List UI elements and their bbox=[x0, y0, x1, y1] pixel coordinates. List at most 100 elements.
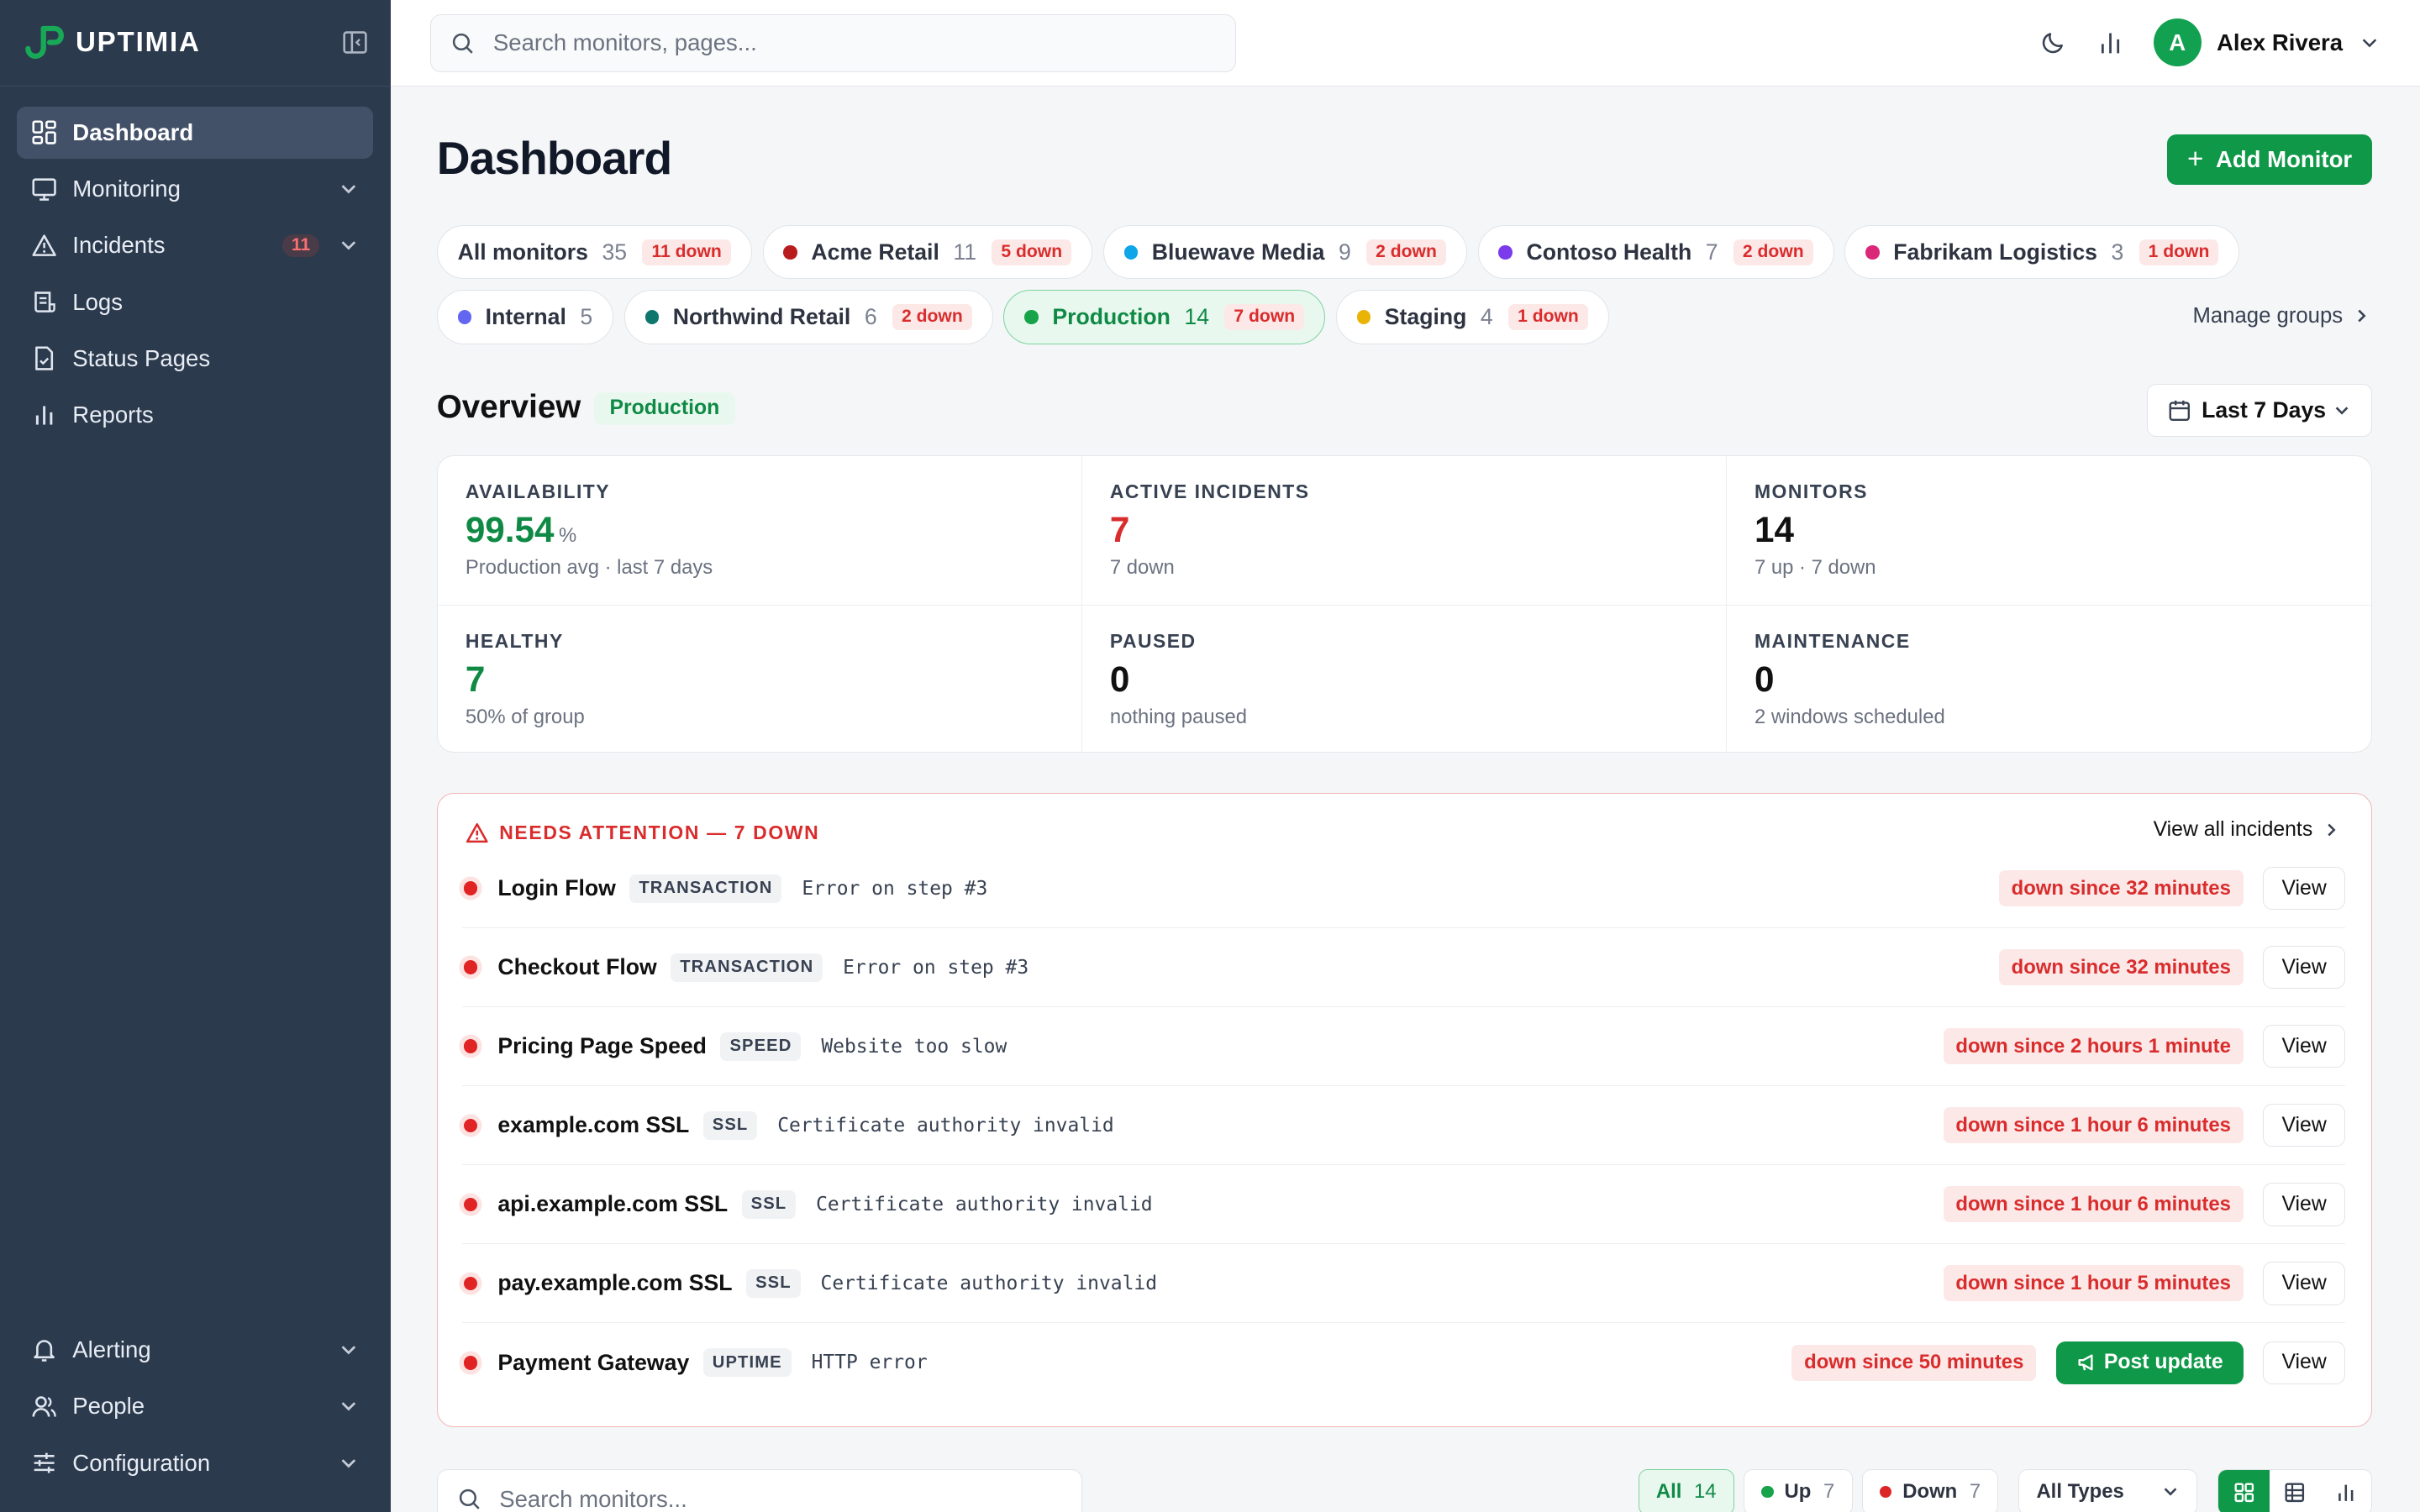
analytics-bar-chart-icon[interactable] bbox=[2096, 29, 2124, 56]
chevron-down-icon[interactable] bbox=[2360, 33, 2380, 53]
incident-error: Certificate authority invalid bbox=[820, 1272, 1158, 1294]
stat-paused: PAUSED 0 nothing paused bbox=[1082, 605, 1727, 753]
chevron-down-icon[interactable] bbox=[338, 234, 360, 256]
monitor-search[interactable] bbox=[436, 1468, 1082, 1512]
incident-name[interactable]: Checkout Flow bbox=[497, 954, 656, 980]
chevron-down-icon[interactable] bbox=[338, 178, 360, 200]
group-chip-staging[interactable]: Staging 4 1 down bbox=[1335, 290, 1609, 344]
post-update-button[interactable]: Post update bbox=[2055, 1341, 2244, 1385]
group-chip-acme-retail[interactable]: Acme Retail 11 5 down bbox=[762, 225, 1092, 280]
user-name[interactable]: Alex Rivera bbox=[2217, 29, 2343, 56]
incident-row[interactable]: example.com SSL SSL Certificate authorit… bbox=[462, 1086, 2345, 1166]
group-chip-fabrikam-logistics[interactable]: Fabrikam Logistics 3 1 down bbox=[1844, 225, 2240, 280]
filter-count: 14 bbox=[1694, 1480, 1717, 1504]
monitor-type-select[interactable]: All Types bbox=[2018, 1468, 2198, 1512]
incident-name[interactable]: example.com SSL bbox=[497, 1112, 689, 1138]
add-monitor-button[interactable]: + Add Monitor bbox=[2167, 134, 2372, 186]
topbar-actions: A Alex Rivera bbox=[2039, 18, 2380, 66]
monitor-search-input[interactable] bbox=[499, 1486, 1055, 1512]
view-button[interactable]: View bbox=[2263, 1025, 2345, 1068]
sidebar-item-incidents[interactable]: Incidents 11 bbox=[17, 219, 373, 271]
stat-sub: 2 windows scheduled bbox=[1754, 705, 1945, 728]
sidebar-item-alerting[interactable]: Alerting bbox=[17, 1324, 373, 1376]
search-icon bbox=[453, 33, 473, 54]
sidebar-item-people[interactable]: People bbox=[17, 1380, 373, 1432]
group-name: Fabrikam Logistics bbox=[1893, 239, 2097, 265]
group-chip-bluewave-media[interactable]: Bluewave Media 9 2 down bbox=[1102, 225, 1467, 280]
sidebar-item-monitoring[interactable]: Monitoring bbox=[17, 163, 373, 215]
view-button[interactable]: View bbox=[2263, 945, 2345, 990]
view-button[interactable]: View bbox=[2263, 1341, 2345, 1385]
chevron-down-icon[interactable] bbox=[338, 1339, 360, 1361]
filter-count: 7 bbox=[1823, 1480, 1835, 1504]
filter-up[interactable]: Up 7 bbox=[1743, 1468, 1853, 1512]
filter-label: Down bbox=[1902, 1480, 1958, 1504]
stat-sub: 50% of group bbox=[465, 705, 585, 728]
chevron-down-icon bbox=[2164, 1488, 2177, 1496]
view-button[interactable]: View bbox=[2263, 1104, 2345, 1147]
group-count: 11 bbox=[953, 239, 976, 265]
incident-name[interactable]: Login Flow bbox=[497, 875, 615, 901]
incident-row[interactable]: Login Flow TRANSACTION Error on step #3 … bbox=[462, 849, 2345, 929]
group-down-badge: 1 down bbox=[1508, 303, 1588, 331]
incident-row[interactable]: Payment Gateway UPTIME HTTP error down s… bbox=[462, 1323, 2345, 1402]
grid-view-button[interactable] bbox=[2218, 1469, 2270, 1512]
stat-value: 7 bbox=[465, 659, 486, 700]
group-chip-internal[interactable]: Internal 5 bbox=[436, 290, 614, 344]
sidebar-item-status-pages[interactable]: Status Pages bbox=[17, 333, 373, 385]
view-button[interactable]: View bbox=[2263, 866, 2345, 911]
status-page-icon bbox=[34, 346, 53, 370]
incident-error: Website too slow bbox=[821, 1035, 1007, 1058]
group-count: 5 bbox=[580, 303, 593, 329]
bell-icon bbox=[34, 1340, 55, 1362]
view-all-incidents-link[interactable]: View all incidents bbox=[2154, 818, 2341, 842]
incident-row[interactable]: pay.example.com SSL SSL Certificate auth… bbox=[462, 1244, 2345, 1324]
incident-name[interactable]: pay.example.com SSL bbox=[497, 1270, 732, 1296]
group-name: Bluewave Media bbox=[1151, 239, 1325, 265]
plus-icon: + bbox=[2186, 144, 2204, 176]
sidebar-item-reports[interactable]: Reports bbox=[17, 389, 373, 441]
manage-groups-link[interactable]: Manage groups bbox=[2193, 304, 2371, 328]
group-color-dot bbox=[1865, 245, 1880, 260]
incident-name[interactable]: api.example.com SSL bbox=[497, 1191, 728, 1217]
incident-name[interactable]: Pricing Page Speed bbox=[497, 1033, 707, 1059]
sidebar-item-dashboard[interactable]: Dashboard bbox=[17, 106, 374, 160]
group-chip-contoso-health[interactable]: Contoso Health 7 2 down bbox=[1477, 225, 1834, 280]
group-chip-all-monitors[interactable]: All monitors 35 11 down bbox=[436, 225, 752, 280]
global-search[interactable] bbox=[430, 13, 1237, 73]
group-count: 14 bbox=[1184, 303, 1210, 329]
chevron-down-icon[interactable] bbox=[338, 1452, 360, 1474]
logs-icon bbox=[34, 291, 55, 312]
group-chip-production[interactable]: Production 14 7 down bbox=[1003, 290, 1326, 344]
avatar[interactable]: A bbox=[2153, 18, 2202, 66]
table-view-button[interactable] bbox=[2269, 1469, 2321, 1512]
view-mode-toggle bbox=[2217, 1468, 2372, 1512]
app-root: UPTIMIA Dashboard Monitoring Incidents 1… bbox=[0, 0, 2420, 1512]
group-down-badge: 2 down bbox=[1366, 239, 1446, 265]
chevron-down-icon[interactable] bbox=[338, 1395, 360, 1417]
filter-label: All bbox=[1655, 1480, 1682, 1504]
search-input[interactable] bbox=[492, 29, 1173, 57]
dark-mode-moon-icon[interactable] bbox=[2039, 29, 2067, 56]
down-since-badge: down since 50 minutes bbox=[1791, 1345, 2037, 1381]
people-icon bbox=[32, 1395, 56, 1417]
date-range-select[interactable]: Last 7 Days bbox=[2146, 384, 2372, 437]
collapse-sidebar-icon[interactable] bbox=[341, 29, 369, 56]
sidebar-item-logs[interactable]: Logs bbox=[17, 276, 373, 328]
incident-row[interactable]: Pricing Page Speed SPEED Website too slo… bbox=[462, 1007, 2345, 1087]
incident-name[interactable]: Payment Gateway bbox=[497, 1350, 689, 1376]
group-filter-chips: All monitors 35 11 down Acme Retail 11 5… bbox=[436, 225, 2366, 354]
incident-row[interactable]: Checkout Flow TRANSACTION Error on step … bbox=[462, 928, 2345, 1008]
filter-all[interactable]: All 14 bbox=[1638, 1468, 1734, 1512]
view-button[interactable]: View bbox=[2263, 1262, 2345, 1305]
group-down-badge: 2 down bbox=[892, 303, 972, 331]
bar-chart-icon bbox=[35, 406, 53, 425]
sidebar-item-configuration[interactable]: Configuration bbox=[17, 1436, 373, 1488]
group-chip-northwind-retail[interactable]: Northwind Retail 6 2 down bbox=[623, 290, 993, 344]
view-button[interactable]: View bbox=[2263, 1183, 2345, 1226]
group-name: All monitors bbox=[457, 239, 588, 265]
group-color-dot bbox=[644, 310, 660, 324]
chart-view-button[interactable] bbox=[2320, 1469, 2371, 1512]
filter-down[interactable]: Down 7 bbox=[1861, 1468, 1999, 1512]
incident-row[interactable]: api.example.com SSL SSL Certificate auth… bbox=[462, 1165, 2345, 1245]
